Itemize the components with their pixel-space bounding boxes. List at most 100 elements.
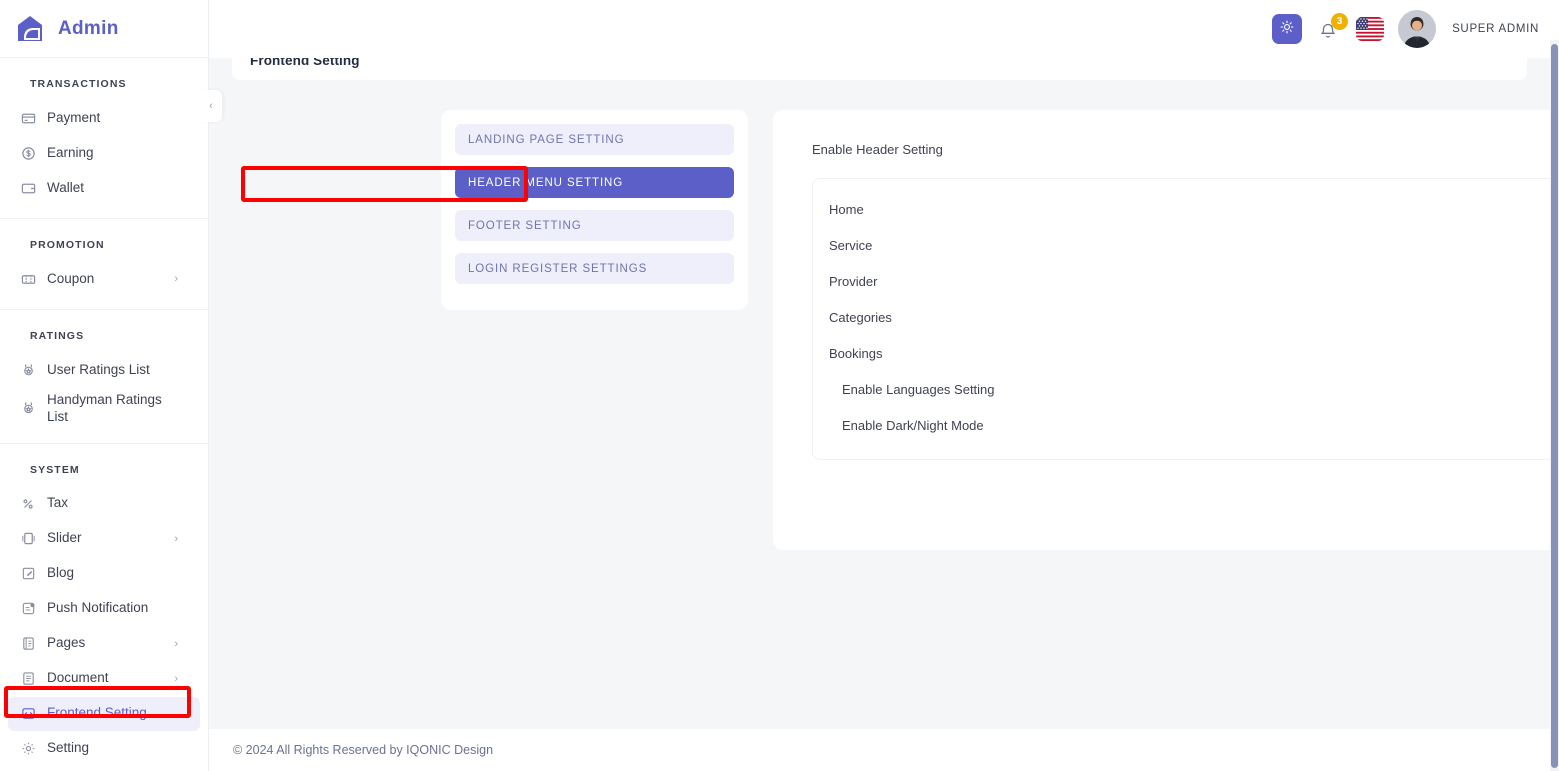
sidebar-item-label: Document xyxy=(47,670,109,687)
section-title-ratings: RATINGS xyxy=(0,322,208,352)
tab-label: Landing Page Setting xyxy=(468,134,624,146)
sidebar-item-pages[interactable]: Pages › xyxy=(8,627,200,661)
blog-pencil-icon xyxy=(20,566,36,582)
menu-row-home: Home xyxy=(813,191,1551,227)
chevron-right-icon: › xyxy=(174,673,178,685)
chevron-right-icon: › xyxy=(174,638,178,650)
sidebar: Admin TRANSACTIONS Payment Earning xyxy=(0,0,209,771)
medal-icon xyxy=(20,401,36,417)
sidebar-item-blog[interactable]: Blog xyxy=(8,557,200,591)
sidebar-item-label: Coupon xyxy=(47,271,94,288)
sidebar-item-wallet[interactable]: Wallet xyxy=(8,171,200,205)
tab-landing-page-setting[interactable]: Landing Page Setting xyxy=(455,124,734,155)
tab-footer-setting[interactable]: Footer Setting xyxy=(455,210,734,241)
sidebar-item-coupon[interactable]: Coupon › xyxy=(8,262,200,296)
tab-header-menu-setting[interactable]: Header Menu Setting xyxy=(455,167,734,198)
menu-item-label: Enable Dark/Night Mode xyxy=(842,418,984,433)
sidebar-item-label: Slider xyxy=(47,530,82,547)
us-flag-icon[interactable] xyxy=(1356,17,1384,41)
sun-brightness-icon xyxy=(1279,19,1295,40)
gear-icon xyxy=(20,741,36,757)
menu-item-label: Enable Languages Setting xyxy=(842,382,995,397)
sidebar-section-system: SYSTEM Tax Slider › xyxy=(0,444,208,771)
medal-icon xyxy=(20,362,36,378)
wallet-icon xyxy=(20,180,36,196)
sidebar-item-slider[interactable]: Slider › xyxy=(8,522,200,556)
section-title-transactions: TRANSACTIONS xyxy=(0,70,208,100)
sidebar-item-setting[interactable]: Setting xyxy=(8,732,200,766)
sidebar-item-label: Frontend Setting xyxy=(47,705,147,722)
sidebar-item-label: Pages xyxy=(47,635,85,652)
chevron-right-icon: › xyxy=(174,273,178,285)
sidebar-section-promotion: PROMOTION Coupon › xyxy=(0,219,208,310)
menu-row-enable-dark-night-mode: Enable Dark/Night Mode xyxy=(813,407,1551,443)
tab-label: Header Menu Setting xyxy=(468,177,623,189)
sidebar-item-label: Setting xyxy=(47,740,89,757)
sidebar-item-label: Earning xyxy=(47,145,94,162)
sidebar-item-label: Blog xyxy=(47,565,74,582)
avatar[interactable] xyxy=(1398,10,1436,48)
tab-label: Login Register Settings xyxy=(468,263,647,275)
menu-row-service: Service xyxy=(813,227,1551,263)
chevron-left-icon: ‹ xyxy=(209,100,213,112)
sidebar-item-label: Payment xyxy=(47,110,100,127)
notifications-button[interactable]: 3 xyxy=(1316,15,1342,43)
sidebar-item-push-notification[interactable]: Push Notification xyxy=(8,592,200,626)
code-window-icon xyxy=(20,706,36,722)
sidebar-item-document[interactable]: Document › xyxy=(8,662,200,696)
chevron-right-icon: › xyxy=(174,533,178,545)
menu-item-label: Categories xyxy=(829,310,892,325)
header-actions: 3 xyxy=(1272,10,1539,48)
vertical-scrollbar-thumb[interactable] xyxy=(1551,44,1558,768)
menu-item-label: Provider xyxy=(829,274,877,289)
sidebar-item-label: Push Notification xyxy=(47,600,148,617)
menu-row-categories: Categories xyxy=(813,299,1551,335)
dollar-circle-icon xyxy=(20,145,36,161)
brand-logo-area[interactable]: Admin xyxy=(0,0,208,58)
top-header: 3 xyxy=(209,0,1559,58)
enable-header-setting-row: Enable Header Setting xyxy=(793,130,1551,168)
house-logo-icon xyxy=(14,13,46,45)
menu-row-bookings: Bookings xyxy=(813,335,1551,371)
footer-copyright-text: © 2024 All Rights Reserved by IQONIC Des… xyxy=(233,743,493,757)
sidebar-item-handyman-ratings-list[interactable]: Handyman Ratings List xyxy=(8,388,200,430)
slider-icon xyxy=(20,531,36,547)
document-icon xyxy=(20,671,36,687)
theme-toggle-button[interactable] xyxy=(1272,14,1302,44)
sidebar-item-label: Handyman Ratings List xyxy=(47,392,167,426)
menu-item-label: Service xyxy=(829,238,872,253)
menu-item-label: Home xyxy=(829,202,864,217)
sidebar-item-label: Tax xyxy=(47,495,68,512)
tab-login-register-settings[interactable]: Login Register Settings xyxy=(455,253,734,284)
notification-badge: 3 xyxy=(1331,13,1348,30)
sidebar-item-payment[interactable]: Payment xyxy=(8,101,200,135)
sidebar-section-transactions: TRANSACTIONS Payment Earning xyxy=(0,58,208,219)
user-name-label: SUPER ADMIN xyxy=(1452,23,1539,35)
sidebar-section-ratings: RATINGS User Ratings List Handyman Ratin… xyxy=(0,310,208,444)
sidebar-item-user-ratings-list[interactable]: User Ratings List xyxy=(8,353,200,387)
sidebar-item-tax[interactable]: Tax xyxy=(8,487,200,521)
tab-label: Footer Setting xyxy=(468,220,582,232)
credit-card-icon xyxy=(20,110,36,126)
menu-row-enable-languages-setting: Enable Languages Setting xyxy=(813,371,1551,407)
pages-icon xyxy=(20,636,36,652)
sidebar-item-label: User Ratings List xyxy=(47,362,150,379)
brand-name: Admin xyxy=(58,18,119,40)
ticket-icon xyxy=(20,271,36,287)
page-footer: © 2024 All Rights Reserved by IQONIC Des… xyxy=(209,729,1559,771)
sidebar-item-earning[interactable]: Earning xyxy=(8,136,200,170)
section-title-promotion: PROMOTION xyxy=(0,231,208,261)
menu-row-provider: Provider xyxy=(813,263,1551,299)
menu-item-label: Bookings xyxy=(829,346,882,361)
sidebar-item-frontend-setting[interactable]: Frontend Setting xyxy=(8,697,200,731)
sidebar-item-label: Wallet xyxy=(47,180,84,197)
percent-icon xyxy=(20,496,36,512)
enable-header-setting-label: Enable Header Setting xyxy=(812,142,943,157)
menu-items-list: Home Service Provider Categories Booking… xyxy=(812,178,1551,460)
main-content-area: Frontend Setting Landing Page Setting He… xyxy=(209,40,1551,771)
push-notification-icon xyxy=(20,601,36,617)
sidebar-collapse-toggle[interactable]: ‹ xyxy=(200,90,222,122)
header-setting-panel: Enable Header Setting Home Service Provi… xyxy=(773,110,1551,550)
settings-tab-card: Landing Page Setting Header Menu Setting… xyxy=(441,110,748,310)
section-title-system: SYSTEM xyxy=(0,456,208,486)
